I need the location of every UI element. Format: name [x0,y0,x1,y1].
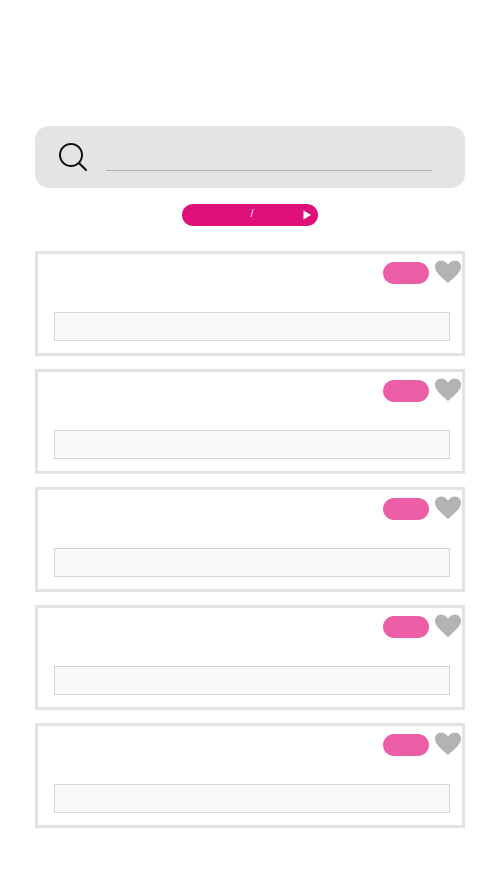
result-tag [383,734,429,756]
result-field[interactable] [54,430,450,459]
result-card[interactable] [35,605,465,710]
pagination-pill: / [182,204,318,226]
result-field[interactable] [54,548,450,577]
next-page-icon[interactable] [302,210,312,220]
result-card[interactable] [35,723,465,828]
heart-icon[interactable] [435,496,461,520]
result-tag [383,380,429,402]
search-icon[interactable] [57,141,89,173]
result-field[interactable] [54,312,450,341]
heart-icon[interactable] [435,260,461,284]
result-field[interactable] [54,784,450,813]
result-tag [383,262,429,284]
result-tag [383,616,429,638]
result-card[interactable] [35,251,465,356]
result-field[interactable] [54,666,450,695]
result-card[interactable] [35,369,465,474]
result-tag [383,498,429,520]
search-input[interactable] [106,146,432,171]
search-bar [35,126,465,188]
heart-icon[interactable] [435,614,461,638]
result-card[interactable] [35,487,465,592]
page-separator: / [250,208,254,220]
heart-icon[interactable] [435,378,461,402]
results-list [35,251,465,841]
heart-icon[interactable] [435,732,461,756]
